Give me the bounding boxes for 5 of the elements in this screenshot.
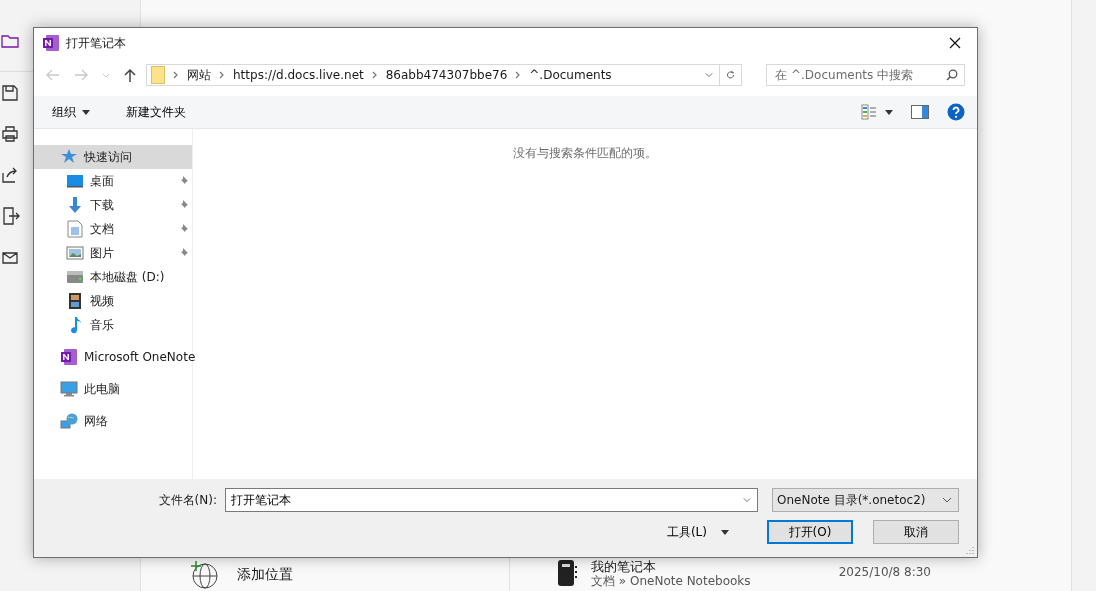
file-name-label: 文件名(N): xyxy=(158,491,217,509)
notebook-path: 文档 » OneNote Notebooks xyxy=(591,574,751,589)
dialog-title: 打开笔记本 xyxy=(66,34,126,52)
empty-message: 没有与搜索条件匹配的项。 xyxy=(513,145,657,161)
modified-date: 2025/10/8 8:30 xyxy=(838,565,931,579)
